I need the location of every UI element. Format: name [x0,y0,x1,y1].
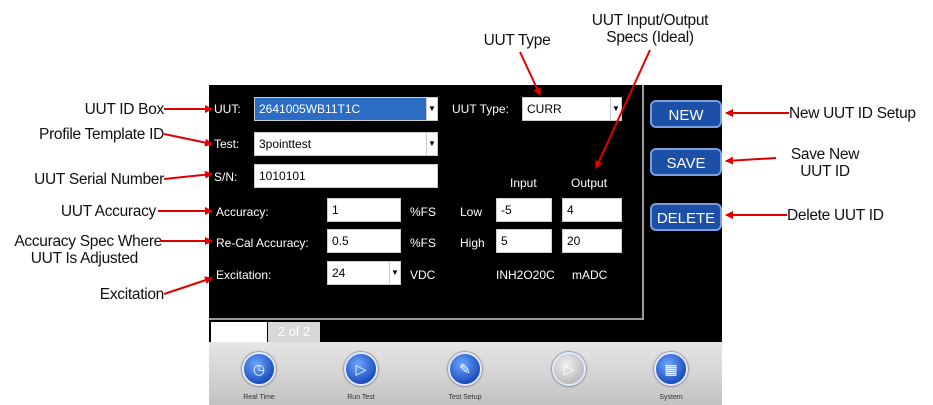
annotation-save-line2: UUT ID [800,163,850,180]
serial-number-input[interactable]: 1010101 [254,164,438,188]
nav-system[interactable]: ▦ System [631,342,711,401]
excitation-label: Excitation: [216,268,272,282]
annotation-uut-id-box: UUT ID Box [84,101,165,118]
output-header: Output [571,176,608,190]
excitation-select[interactable]: 24 ▼ [327,261,401,285]
nav-label-run-test: Run Test [347,394,375,401]
new-button[interactable]: NEW [650,100,722,128]
output-unit: mADC [572,268,608,282]
chevron-down-icon[interactable]: ▼ [610,98,621,120]
excitation-unit: VDC [410,268,436,282]
low-label: Low [460,205,483,219]
accuracy-input[interactable]: 1 [327,198,401,222]
save-button[interactable]: SAVE [650,148,722,176]
annotation-recal-line2: UUT Is Adjusted [30,250,139,267]
annotation-accuracy: UUT Accuracy [60,203,156,220]
arrow-save [725,156,777,165]
uut-id-value: 2641005WB11T1C [259,102,361,116]
annotation-new-setup: New UUT ID Setup [789,105,916,122]
annotation-save-line1: Save New [790,146,860,163]
high-input-field[interactable]: 5 [496,229,552,253]
recal-accuracy-unit: %FS [410,236,437,250]
wrench-icon: ✎ [448,352,482,386]
sn-label: S/N: [214,170,238,184]
nav-label-system: System [659,394,683,401]
uut-type-label: UUT Type: [452,102,509,116]
recal-accuracy-label: Re-Cal Accuracy: [216,236,309,250]
annotation-excitation: Excitation [99,286,165,303]
annotation-recal-accuracy: Accuracy Spec Where UUT Is Adjusted [0,233,162,267]
low-output-field[interactable]: 4 [562,198,622,222]
nav-label-test-setup: Test Setup [448,394,482,401]
uut-label: UUT: [214,102,241,116]
play-icon: ▷ [344,352,378,386]
annotation-io-specs-line1: UUT Input/Output [591,12,709,29]
high-output-field[interactable]: 20 [562,229,622,253]
chevron-down-icon[interactable]: ▼ [426,133,437,155]
input-unit: INH2O20C [496,268,555,282]
recal-accuracy-input[interactable]: 0.5 [327,229,401,253]
annotation-recal-line1: Accuracy Spec Where [14,233,162,250]
excitation-value: 24 [332,266,346,280]
nav-test-setup[interactable]: ✎ Test Setup [425,342,505,401]
delete-button[interactable]: DELETE [650,203,722,231]
annotation-delete: Delete UUT ID [787,207,884,224]
nav-real-time[interactable]: ◷ Real Time [219,342,299,401]
uut-type-value: CURR [527,102,562,116]
arrow-serial [163,170,213,180]
annotation-save: Save New UUT ID [770,146,880,180]
accuracy-label: Accuracy: [216,205,269,219]
nav-disabled: ▷ [529,342,609,394]
nav-label-real-time: Real Time [243,394,275,401]
page-tab-1[interactable] [211,322,267,342]
input-header: Input [510,176,537,190]
bottom-nav-bar: ◷ Real Time ▷ Run Test ✎ Test Setup ▷ ▦ … [209,342,722,405]
uut-id-select[interactable]: 2641005WB11T1C ▼ [254,97,438,121]
uut-type-select[interactable]: CURR ▼ [522,97,622,121]
clock-icon: ◷ [242,352,276,386]
arrow-excitation [163,276,213,295]
nav-run-test[interactable]: ▷ Run Test [321,342,401,401]
annotation-io-specs: UUT Input/Output Specs (Ideal) [580,12,720,46]
low-input-field[interactable]: -5 [496,198,552,222]
test-label: Test: [214,137,240,151]
annotation-uut-type: UUT Type [483,32,551,49]
annotation-io-specs-line2: Specs (Ideal) [606,29,694,46]
chevron-down-icon[interactable]: ▼ [426,98,437,120]
disabled-icon: ▷ [552,352,586,386]
network-icon: ▦ [654,352,688,386]
test-value: 3pointtest [259,137,312,151]
arrow-profile [163,133,213,147]
annotation-profile-template: Profile Template ID [39,126,164,143]
accuracy-unit: %FS [410,205,437,219]
chevron-down-icon[interactable]: ▼ [389,262,400,284]
annotation-serial-number: UUT Serial Number [34,171,164,188]
page-tab-2[interactable]: 2 of 2 [268,322,320,342]
test-select[interactable]: 3pointtest ▼ [254,132,438,156]
high-label: High [460,236,485,250]
